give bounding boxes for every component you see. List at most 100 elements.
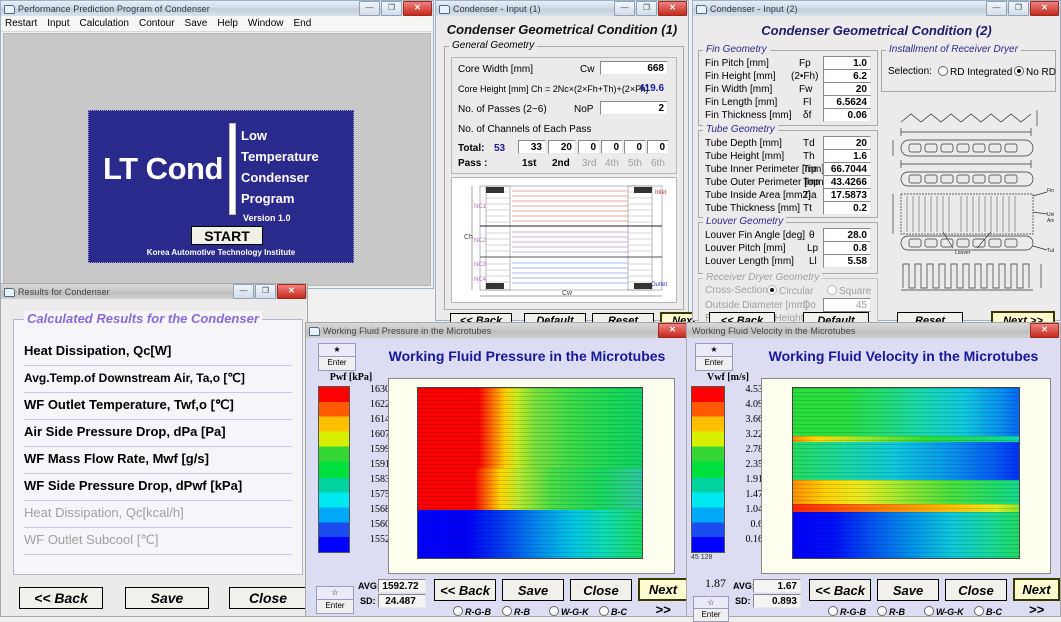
velocity-back-button[interactable]: << Back — [809, 579, 871, 601]
fin-length-symbol: Fl — [803, 97, 812, 108]
menu-item-input[interactable]: Input — [47, 18, 69, 29]
pressure-palette-bc-radio[interactable]: B-C — [599, 606, 627, 617]
results-minimize-button[interactable]: — — [233, 284, 254, 299]
result-row-7[interactable]: WF Outlet Subcool [℃] — [24, 527, 292, 555]
velocity-palette-rb-radio[interactable]: R-B — [877, 606, 905, 617]
channel-field-1[interactable]: 33 — [518, 140, 546, 154]
splash-divider — [229, 123, 236, 215]
results-back-button[interactable]: << Back — [19, 587, 103, 609]
core-width-field[interactable]: 668 — [600, 61, 668, 75]
velocity-enter-top-button[interactable]: Enter — [695, 356, 733, 371]
velocity-next-button[interactable]: Next >> — [1013, 578, 1060, 617]
menu-item-save[interactable]: Save — [185, 18, 208, 29]
result-row-2[interactable]: WF Outlet Temperature, Twf,o [℃] — [24, 392, 292, 420]
velocity-palette-bc-radio[interactable]: B-C — [974, 606, 1002, 617]
pressure-back-button[interactable]: << Back — [434, 579, 496, 601]
tube-inside-area-field[interactable]: 17.5873 — [823, 188, 871, 202]
channel-field-5[interactable]: 0 — [624, 140, 646, 154]
cross-section-square-radio[interactable]: Square — [827, 285, 871, 297]
close-button[interactable]: ✕ — [403, 1, 432, 16]
result-row-6[interactable]: Heat Dissipation, Qc[kcal/h] — [24, 500, 292, 528]
fin-pitch-field[interactable]: 1.0 — [823, 56, 871, 70]
splash-line-temperature: Temperature — [241, 149, 319, 164]
tube-outer-perimeter-field[interactable]: 43.4266 — [823, 175, 871, 189]
results-maximize-button[interactable]: ❐ — [255, 284, 276, 299]
rd-integrated-radio[interactable]: RD Integrated — [938, 66, 1012, 78]
input2-minimize-button[interactable]: — — [986, 1, 1007, 16]
louver-pitch-label: Louver Pitch [mm] — [705, 243, 786, 254]
velocity-save-button[interactable]: Save — [877, 579, 939, 601]
louver-length-field[interactable]: 5.58 — [823, 254, 871, 268]
input2-close-button[interactable]: ✕ — [1030, 1, 1059, 16]
pressure-titlebar[interactable]: Working Fluid Pressure in the Microtubes… — [305, 322, 689, 338]
velocity-enter-bottom-button[interactable]: Enter — [693, 608, 729, 622]
input1-titlebar[interactable]: Condenser - Input (1) — ❐ ✕ — [435, 0, 689, 16]
menu-item-restart[interactable]: Restart — [5, 18, 37, 29]
channel-field-2[interactable]: 20 — [548, 140, 576, 154]
pressure-tick-4: 1599 — [370, 444, 390, 455]
fin-thickness-field[interactable]: 0.06 — [823, 108, 871, 122]
start-button[interactable]: START — [191, 226, 263, 245]
louver-pitch-field[interactable]: 0.8 — [823, 241, 871, 255]
results-close-button-bottom[interactable]: Close — [229, 587, 307, 609]
fin-height-field[interactable]: 6.2 — [823, 69, 871, 83]
input2-titlebar[interactable]: Condenser - Input (2) — ❐ ✕ — [692, 0, 1061, 16]
no-rd-radio[interactable]: No RD — [1014, 66, 1056, 78]
tube-inner-perimeter-field[interactable]: 66.7044 — [823, 162, 871, 176]
tube-depth-symbol: Td — [803, 138, 815, 149]
maximize-button[interactable]: ❐ — [381, 1, 402, 16]
pressure-palette-rgb-radio[interactable]: R-G-B — [453, 606, 491, 617]
velocity-palette-wgk-radio[interactable]: W-G-K — [924, 606, 964, 617]
palette-rb-dot — [502, 606, 512, 616]
input1-close-button[interactable]: ✕ — [658, 1, 687, 16]
fin-length-field[interactable]: 6.5624 — [823, 95, 871, 109]
fin-width-field[interactable]: 20 — [823, 82, 871, 96]
no-of-passes-field[interactable]: 2 — [600, 101, 668, 115]
result-row-5[interactable]: WF Side Pressure Drop, dPwf [kPa] — [24, 473, 292, 501]
result-row-1[interactable]: Avg.Temp.of Downstream Air, Ta,o [℃] — [24, 365, 292, 393]
input2-maximize-button[interactable]: ❐ — [1008, 1, 1029, 16]
louver-angle-field[interactable]: 28.0 — [823, 228, 871, 242]
velocity-titlebar[interactable]: Working Fluid Velocity in the Microtubes… — [686, 322, 1061, 338]
tube-thickness-field[interactable]: 0.2 — [823, 201, 871, 215]
input1-minimize-button[interactable]: — — [614, 1, 635, 16]
pressure-tick-3: 1607 — [370, 429, 390, 440]
result-row-4[interactable]: WF Mass Flow Rate, Mwf [g/s] — [24, 446, 292, 474]
result-row-0[interactable]: Heat Dissipation, Qc[W] — [24, 338, 292, 366]
menu-item-window[interactable]: Window — [248, 18, 284, 29]
result-row-3[interactable]: Air Side Pressure Drop, dPa [Pa] — [24, 419, 292, 447]
menu-item-help[interactable]: Help — [217, 18, 238, 29]
minimize-button[interactable]: — — [359, 1, 380, 16]
pressure-save-button[interactable]: Save — [502, 579, 564, 601]
pressure-heatmap-scanlines — [418, 388, 642, 558]
tube-height-field[interactable]: 1.6 — [823, 149, 871, 163]
core-width-label: Core Width [mm] — [458, 64, 534, 75]
pressure-close-button-bottom[interactable]: Close — [570, 579, 632, 601]
no-of-passes-label: No. of Passes (2~6) — [458, 104, 547, 115]
cross-section-circular-radio[interactable]: Circular — [767, 285, 813, 297]
velocity-sd-field: 0.893 — [753, 594, 801, 608]
pressure-close-button[interactable]: ✕ — [658, 323, 687, 338]
velocity-close-button-bottom[interactable]: Close — [945, 579, 1007, 601]
results-save-button[interactable]: Save — [125, 587, 209, 609]
channel-field-3[interactable]: 0 — [578, 140, 600, 154]
main-window-titlebar[interactable]: Performance Prediction Program of Conden… — [0, 0, 434, 16]
channel-field-4[interactable]: 0 — [601, 140, 623, 154]
pressure-palette-wgk-radio[interactable]: W-G-K — [549, 606, 589, 617]
pressure-enter-top-button[interactable]: Enter — [318, 356, 356, 371]
menu-item-calculation[interactable]: Calculation — [79, 18, 128, 29]
pressure-palette-rb-radio[interactable]: R-B — [502, 606, 530, 617]
velocity-palette-rgb-radio[interactable]: R-G-B — [828, 606, 866, 617]
pressure-enter-bottom-button[interactable]: Enter — [316, 599, 354, 614]
outside-diameter-field[interactable]: 45 — [823, 298, 871, 312]
channel-field-6[interactable]: 0 — [647, 140, 669, 154]
results-titlebar[interactable]: Results for Condenser — ❐ ✕ — [0, 283, 308, 299]
menu-item-end[interactable]: End — [294, 18, 312, 29]
results-close-button[interactable]: ✕ — [277, 284, 306, 299]
velocity-heatmap — [792, 387, 1020, 559]
input1-maximize-button[interactable]: ❐ — [636, 1, 657, 16]
menu-item-contour[interactable]: Contour — [139, 18, 175, 29]
tube-depth-field[interactable]: 20 — [823, 136, 871, 150]
pressure-next-button[interactable]: Next >> — [638, 578, 688, 617]
velocity-close-button[interactable]: ✕ — [1030, 323, 1059, 338]
